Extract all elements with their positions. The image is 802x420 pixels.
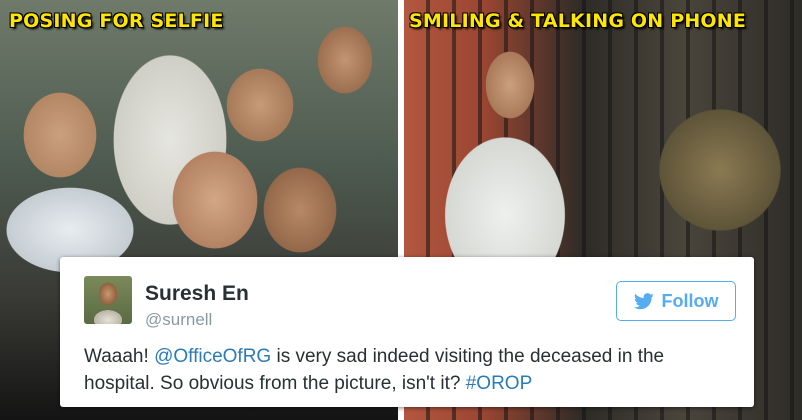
tweet-text: Waaah! @OfficeOfRG is very sad indeed vi…	[84, 343, 734, 397]
follow-button[interactable]: Follow	[616, 281, 736, 321]
hashtag-link[interactable]: #OROP	[466, 373, 533, 394]
tweet-text-start: Waaah!	[84, 346, 155, 367]
follow-label: Follow	[661, 290, 719, 311]
tweet-card: Suresh En @surnell Follow Waaah! @Office…	[60, 257, 754, 407]
avatar[interactable]	[84, 276, 132, 324]
right-caption: SMILING & TALKING ON PHONE	[409, 10, 747, 32]
left-caption: POSING FOR SELFIE	[9, 10, 224, 32]
tweet-author-handle[interactable]: @surnell	[145, 310, 212, 330]
twitter-bird-icon	[633, 292, 654, 309]
mention-link[interactable]: @OfficeOfRG	[154, 346, 271, 367]
tweet-author-name[interactable]: Suresh En	[145, 282, 249, 306]
